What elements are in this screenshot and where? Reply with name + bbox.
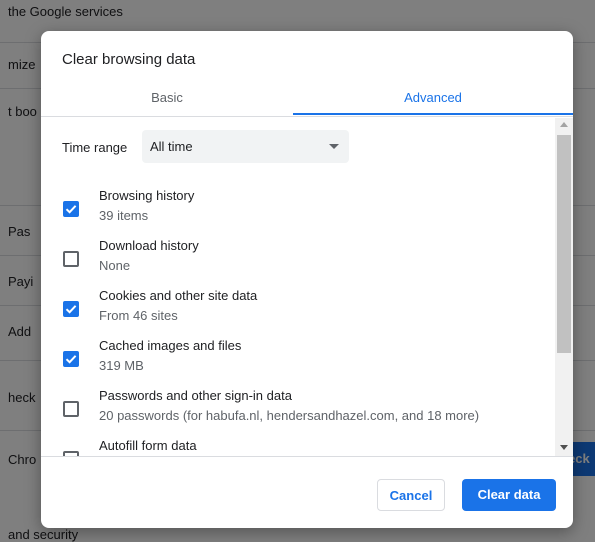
cached-images-checkbox[interactable] (63, 351, 79, 367)
option-subtitle: None (99, 258, 131, 273)
scroll-up-arrow-icon[interactable] (560, 122, 568, 127)
option-title: Download history (99, 238, 199, 253)
option-passwords: Passwords and other sign-in data 20 pass… (41, 388, 551, 438)
scrollbar-thumb[interactable] (557, 135, 571, 353)
tab-advanced[interactable]: Advanced (293, 81, 573, 117)
cancel-button[interactable]: Cancel (377, 479, 445, 511)
scroll-down-arrow-icon[interactable] (560, 445, 568, 450)
option-autofill: Autofill form data (41, 438, 551, 456)
dialog-footer: Cancel Clear data (41, 456, 573, 528)
download-history-checkbox[interactable] (63, 251, 79, 267)
option-browsing-history: Browsing history 39 items (41, 188, 551, 238)
option-subtitle: 20 passwords (for habufa.nl, hendersandh… (99, 408, 480, 423)
option-title: Cached images and files (99, 338, 242, 353)
time-range-value: All time (150, 139, 193, 154)
clear-browsing-data-dialog: Clear browsing data Basic Advanced Time … (41, 31, 573, 528)
option-cached-images: Cached images and files 319 MB (41, 338, 551, 388)
checkmark-icon (65, 355, 77, 364)
option-title: Autofill form data (99, 438, 197, 453)
passwords-checkbox[interactable] (63, 401, 79, 417)
option-download-history: Download history None (41, 238, 551, 288)
option-title: Cookies and other site data (99, 288, 258, 303)
browsing-history-checkbox[interactable] (63, 201, 79, 217)
checkmark-icon (65, 305, 77, 314)
clear-data-button[interactable]: Clear data (462, 479, 556, 511)
time-range-select[interactable]: All time (142, 130, 349, 163)
option-subtitle: From 46 sites (99, 308, 178, 323)
active-tab-indicator (293, 113, 573, 115)
time-range-label: Time range (62, 140, 128, 155)
tab-basic[interactable]: Basic (41, 81, 293, 117)
scrollbar[interactable] (555, 118, 573, 456)
option-subtitle: 319 MB (99, 358, 144, 373)
dropdown-arrow-icon (329, 144, 339, 149)
option-subtitle: 39 items (99, 208, 149, 223)
dialog-title: Clear browsing data (62, 51, 196, 68)
cookies-checkbox[interactable] (63, 301, 79, 317)
tab-bar: Basic Advanced (41, 81, 573, 117)
dialog-content: Time range All time Browsing history 39 … (41, 118, 573, 456)
option-title: Browsing history (99, 188, 195, 203)
checkmark-icon (65, 205, 77, 214)
option-cookies: Cookies and other site data From 46 site… (41, 288, 551, 338)
option-title: Passwords and other sign-in data (99, 388, 292, 403)
